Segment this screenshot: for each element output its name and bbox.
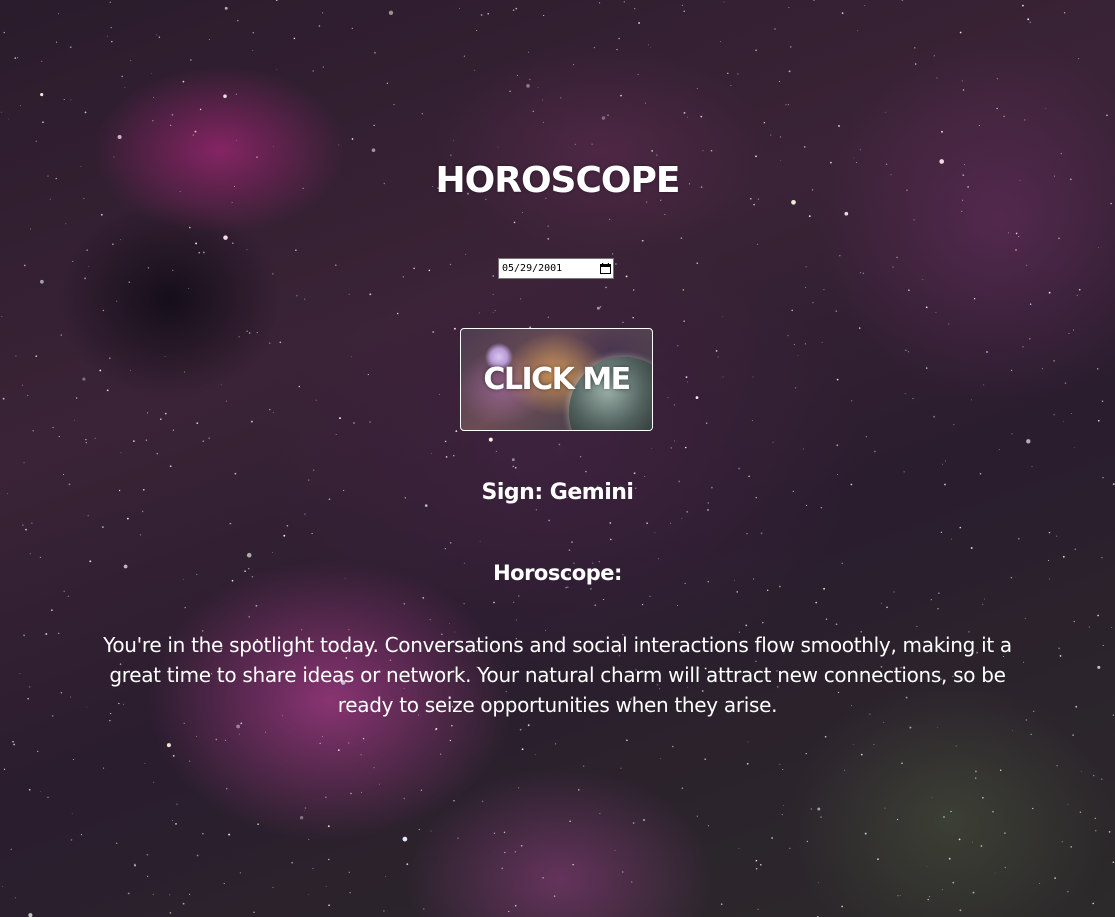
click-me-button[interactable]: CLICK ME [460, 328, 653, 431]
page-title: HOROSCOPE [435, 160, 681, 201]
horoscope-text: You're in the spotlight today. Conversat… [103, 633, 1012, 717]
click-me-label: CLICK ME [483, 362, 631, 397]
calendar-icon[interactable] [600, 263, 611, 274]
date-value: 05/29/2001 [502, 263, 563, 274]
zodiac-sign-text: Sign: Gemini [481, 480, 634, 505]
page-content: HOROSCOPE 05/29/2001 CLICK ME Sign: Gemi… [0, 0, 1115, 917]
horoscope-heading: Horoscope: [493, 561, 622, 585]
birth-date-input[interactable]: 05/29/2001 [498, 258, 614, 279]
